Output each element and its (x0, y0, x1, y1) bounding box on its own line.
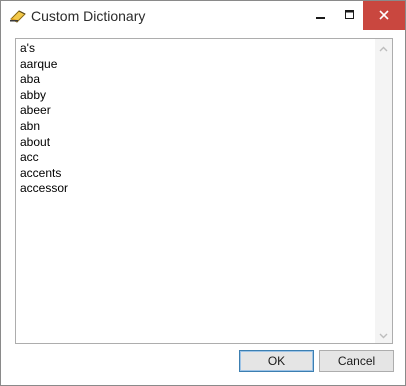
close-button[interactable] (363, 1, 405, 30)
chevron-down-icon (379, 326, 388, 344)
list-item[interactable]: about (20, 135, 68, 151)
custom-dictionary-window: Custom Dictionary a's aarque aba abby ab… (0, 0, 406, 386)
list-item[interactable]: a's (20, 41, 68, 57)
maximize-button[interactable] (335, 1, 365, 30)
window-title: Custom Dictionary (31, 8, 146, 24)
scroll-down-button[interactable] (375, 326, 392, 343)
minimize-icon (316, 7, 326, 25)
vertical-scrollbar[interactable] (375, 39, 392, 343)
list-item[interactable]: abby (20, 88, 68, 104)
chevron-up-icon (379, 39, 388, 57)
minimize-button[interactable] (306, 1, 336, 30)
list-item[interactable]: aba (20, 72, 68, 88)
list-item[interactable]: abn (20, 119, 68, 135)
dictionary-word-list[interactable]: a's aarque aba abby abeer abn about acc … (15, 38, 393, 344)
list-item[interactable]: acc (20, 150, 68, 166)
list-item[interactable]: accents (20, 166, 68, 182)
scroll-up-button[interactable] (375, 39, 392, 56)
list-item[interactable]: aarque (20, 57, 68, 73)
ok-button[interactable]: OK (239, 350, 314, 372)
list-item[interactable]: abeer (20, 103, 68, 119)
dictionary-eraser-icon (9, 7, 27, 23)
list-item[interactable]: accessor (20, 181, 68, 197)
word-items: a's aarque aba abby abeer abn about acc … (20, 41, 68, 197)
close-icon (379, 7, 389, 25)
maximize-icon (345, 7, 355, 25)
title-bar[interactable]: Custom Dictionary (1, 1, 405, 31)
cancel-button[interactable]: Cancel (319, 350, 394, 372)
